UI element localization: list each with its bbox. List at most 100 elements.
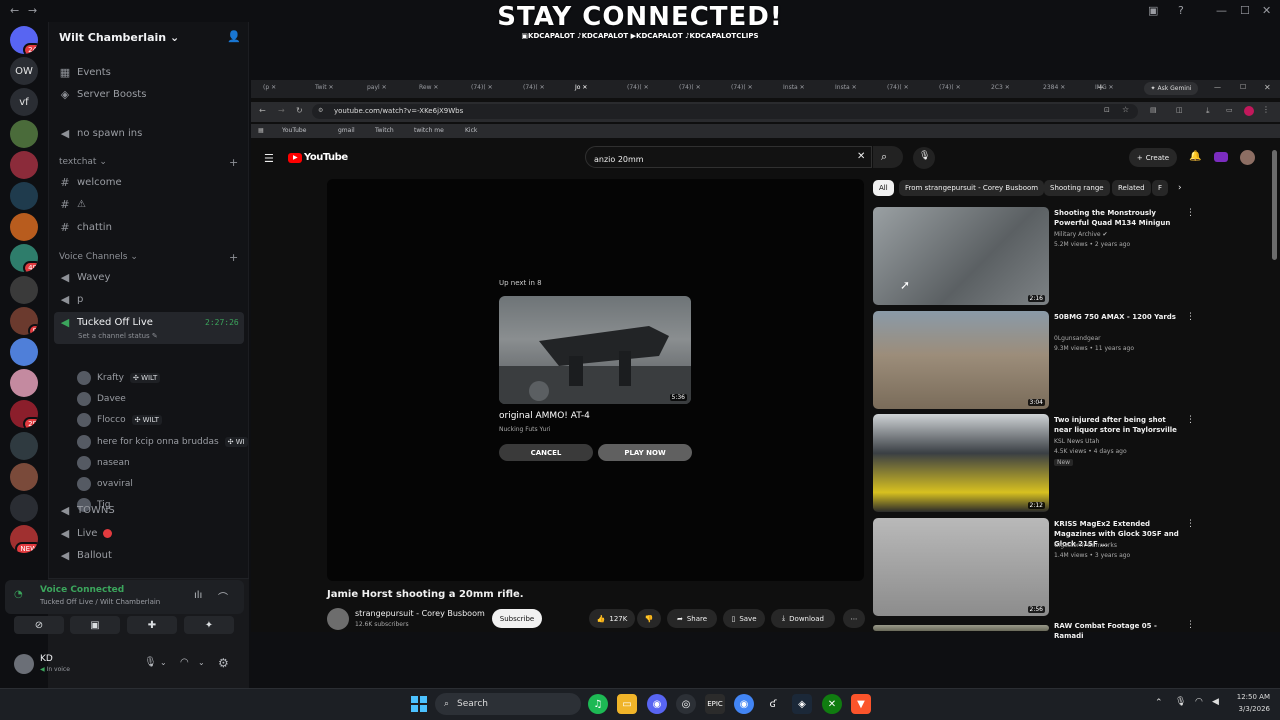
rec-title[interactable]: RAW Combat Footage 05 - Ramadi [1054,621,1179,641]
star-icon[interactable]: ☆ [1122,105,1129,114]
app-icon[interactable]: ʛ [763,694,783,714]
rec-thumbnail[interactable]: 3:04 [873,310,1049,409]
bookmark-item[interactable]: YouTube [282,127,306,134]
rec-channel[interactable]: Gigastorm Gunworks [1054,542,1117,549]
add-voice-channel-icon[interactable]: + [229,251,238,264]
clock-date[interactable]: 3/3/2026 [1234,705,1270,713]
new-tab-icon[interactable]: + [1097,83,1105,93]
tab-close-icon[interactable]: ✕ [582,84,587,91]
brave-icon[interactable]: ▼ [851,694,871,714]
menu-icon[interactable]: ⋮ [1262,105,1270,114]
server-icon[interactable] [10,275,38,304]
help-icon[interactable]: ? [1178,4,1184,17]
back-icon[interactable]: ← [259,106,266,115]
server-icon[interactable] [10,369,38,398]
epic-games-icon[interactable]: EPIC [705,694,725,714]
taskbar-search[interactable]: ⌕ Search [435,693,581,715]
dislike-button[interactable]: 👎 [637,609,661,628]
avatar[interactable] [14,654,34,674]
bookmark-item[interactable]: Kick [465,127,477,134]
voice-user[interactable]: Davee [77,392,126,407]
voice-user[interactable]: nasean [77,455,130,470]
tab-close-icon[interactable]: ✕ [1005,84,1010,91]
filter-chip[interactable]: Related [1112,180,1151,196]
activities-button[interactable]: ✚ [127,616,177,634]
forward-icon[interactable]: → [28,4,37,17]
up-next-thumbnail[interactable]: 5:36 [499,296,691,404]
chevron-down-icon[interactable]: ⌄ [160,658,167,667]
more-icon[interactable]: ⋮ [1186,208,1195,218]
tab-close-icon[interactable]: ✕ [748,84,753,91]
more-icon[interactable]: ⋮ [1186,620,1195,630]
tab-close-icon[interactable]: ✕ [852,84,857,91]
soundboard-button[interactable]: ✦ [184,616,234,634]
filter-chip[interactable]: From strangepursuit - Corey Busboom [899,180,1045,196]
yt-avatar[interactable] [1240,150,1255,165]
share-button[interactable]: ➦ Share [667,609,717,628]
browser-tab[interactable]: 2384 ✕ [1043,84,1065,91]
extensions-icon[interactable]: ▤ [1150,106,1157,114]
tab-close-icon[interactable]: ✕ [329,84,334,91]
signal-icon[interactable]: ◔ [14,589,23,600]
apps-icon[interactable]: ▦ [258,127,264,134]
tab-close-icon[interactable]: ✕ [382,84,387,91]
rec-thumbnail[interactable]: 2:12 [873,414,1049,512]
server-icon[interactable] [10,338,38,366]
site-info-icon[interactable]: ⚙ [318,107,323,114]
steam-icon[interactable]: ◈ [792,694,812,714]
volume-icon[interactable]: ◀ [1212,697,1219,707]
events-item[interactable]: ▦ Events [59,66,111,79]
server-icon[interactable]: NEW [10,525,38,554]
browser-tab[interactable]: (74)( ✕ [679,84,701,91]
tab-close-icon[interactable]: ✕ [1109,84,1114,91]
server-icon[interactable]: OW [10,57,38,86]
camera-button[interactable]: ⊘ [14,616,64,634]
mic-icon[interactable]: 🎙 [144,657,157,668]
play-now-button[interactable]: PLAY NOW [598,444,692,461]
soundboard-icon[interactable]: ılı [194,590,202,601]
back-icon[interactable]: ← [10,4,19,17]
cancel-button[interactable]: CANCEL [499,444,593,461]
more-icon[interactable]: ⋮ [1186,415,1195,425]
rec-title[interactable]: Two injured after being shot near liquor… [1054,415,1179,435]
tab-close-icon[interactable]: ✕ [904,84,909,91]
more-icon[interactable]: ⋮ [1186,519,1195,529]
browser-tab[interactable]: (74)( ✕ [731,84,753,91]
add-channel-icon[interactable]: + [229,156,238,169]
my-username[interactable]: KD [40,654,53,664]
create-button[interactable]: + Create [1129,148,1177,167]
filter-chip[interactable]: All [873,180,894,196]
channel-status[interactable]: Set a channel status ✎ [78,332,158,340]
obs-icon[interactable]: ◎ [676,694,696,714]
spotify-icon[interactable]: ♫ [588,694,608,714]
voice-user[interactable]: ovaviral [77,477,133,491]
tab-close-icon[interactable]: ✕ [433,84,438,91]
chevron-up-icon[interactable]: ⌃ [1155,698,1163,708]
server-name[interactable]: Wilt Chamberlain ⌄ [59,31,179,44]
browser-tab[interactable]: Insta ✕ [835,84,857,91]
voice-user[interactable]: Flocco ✣ WILT [77,413,162,428]
server-icon[interactable]: 8 [10,306,38,335]
tab-close-icon[interactable]: ✕ [271,84,276,91]
sidebar-icon[interactable]: ◫ [1176,106,1183,114]
voice-channel-live[interactable]: ◀ Live [59,527,113,540]
headphones-icon[interactable]: ◠ [180,657,189,668]
clear-search-icon[interactable]: ✕ [857,151,865,162]
tab-close-icon[interactable]: ✕ [1060,84,1065,91]
disconnect-icon[interactable]: ⌒ [218,589,228,604]
bookmark-item[interactable]: gmail [338,127,355,134]
browser-tab[interactable]: payl ✕ [367,84,387,91]
browser-tab[interactable]: (74)( ✕ [523,84,545,91]
bookmark-item[interactable]: Twitch [375,127,394,134]
tab-close-icon[interactable]: ✕ [800,84,805,91]
url-text[interactable]: youtube.com/watch?v=-XKe6jX9Wbs [334,107,463,115]
server-icon[interactable]: 49 [10,244,38,273]
voice-user[interactable]: here for kcip onna bruddas ✣ WI [77,434,248,449]
server-icon[interactable] [10,213,38,242]
download-button[interactable]: ⤓ Download [771,609,835,628]
search-input[interactable] [594,150,854,169]
browser-tab[interactable]: Insta ✕ [783,84,805,91]
browser-tab[interactable]: (p ✕ [263,84,276,91]
channel-name[interactable]: strangepursuit - Corey Busboom [355,609,485,618]
start-button[interactable] [409,694,429,714]
